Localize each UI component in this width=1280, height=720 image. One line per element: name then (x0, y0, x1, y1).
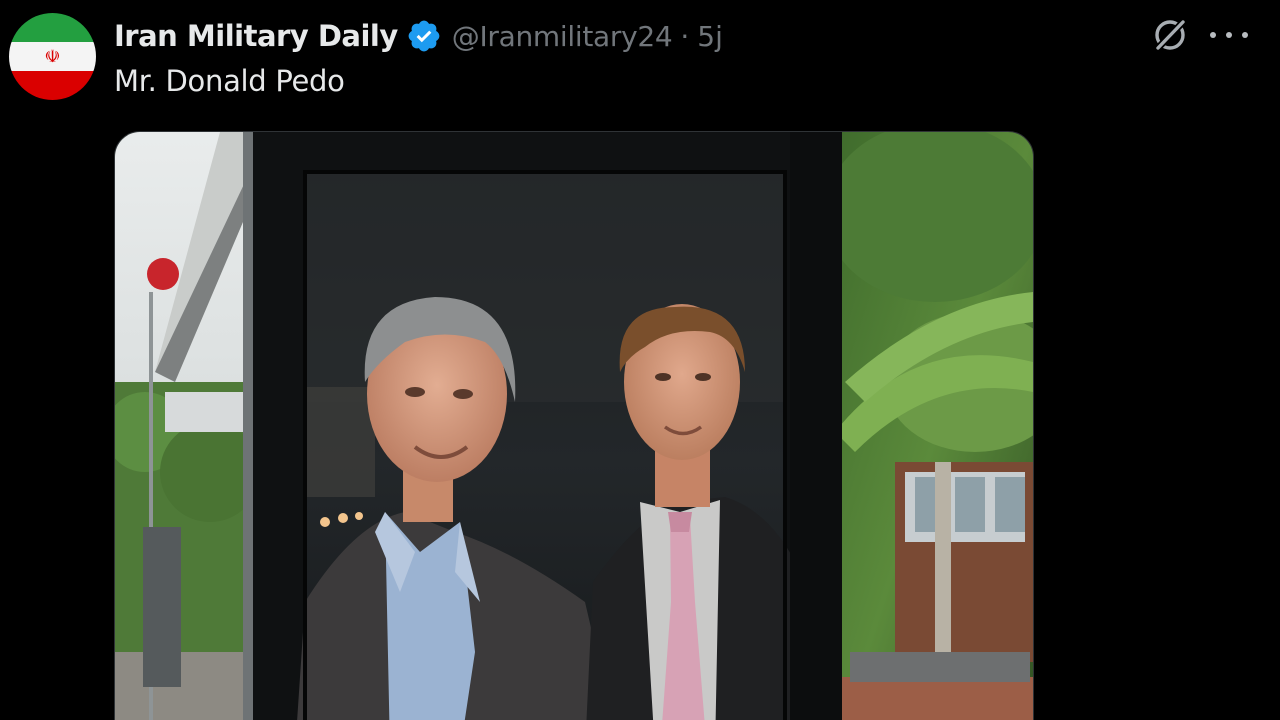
grok-icon[interactable] (1151, 16, 1189, 54)
more-dot (1226, 32, 1232, 38)
post-header: Iran Military Daily @Iranmilitary24 · 5j (114, 14, 723, 58)
post-timestamp[interactable]: 5j (697, 20, 723, 53)
post-image[interactable] (114, 131, 1034, 720)
more-dot (1210, 32, 1216, 38)
post-text: Mr. Donald Pedo (114, 64, 345, 98)
flag-green-band (9, 13, 96, 42)
account-handle[interactable]: @Iranmilitary24 (452, 20, 673, 53)
more-options-icon[interactable] (1210, 20, 1248, 50)
flag-red-band (9, 71, 96, 100)
account-name[interactable]: Iran Military Daily (114, 19, 398, 53)
verified-badge-icon[interactable] (406, 18, 442, 54)
bus-shelter-photo (115, 132, 1033, 720)
more-dot (1242, 32, 1248, 38)
flag-emblem-icon: ☫ (44, 46, 61, 67)
separator-dot: · (680, 19, 690, 53)
post[interactable]: ☫ Iran Military Daily @Iranmilitary24 · … (0, 0, 1280, 720)
avatar[interactable]: ☫ (9, 13, 96, 100)
